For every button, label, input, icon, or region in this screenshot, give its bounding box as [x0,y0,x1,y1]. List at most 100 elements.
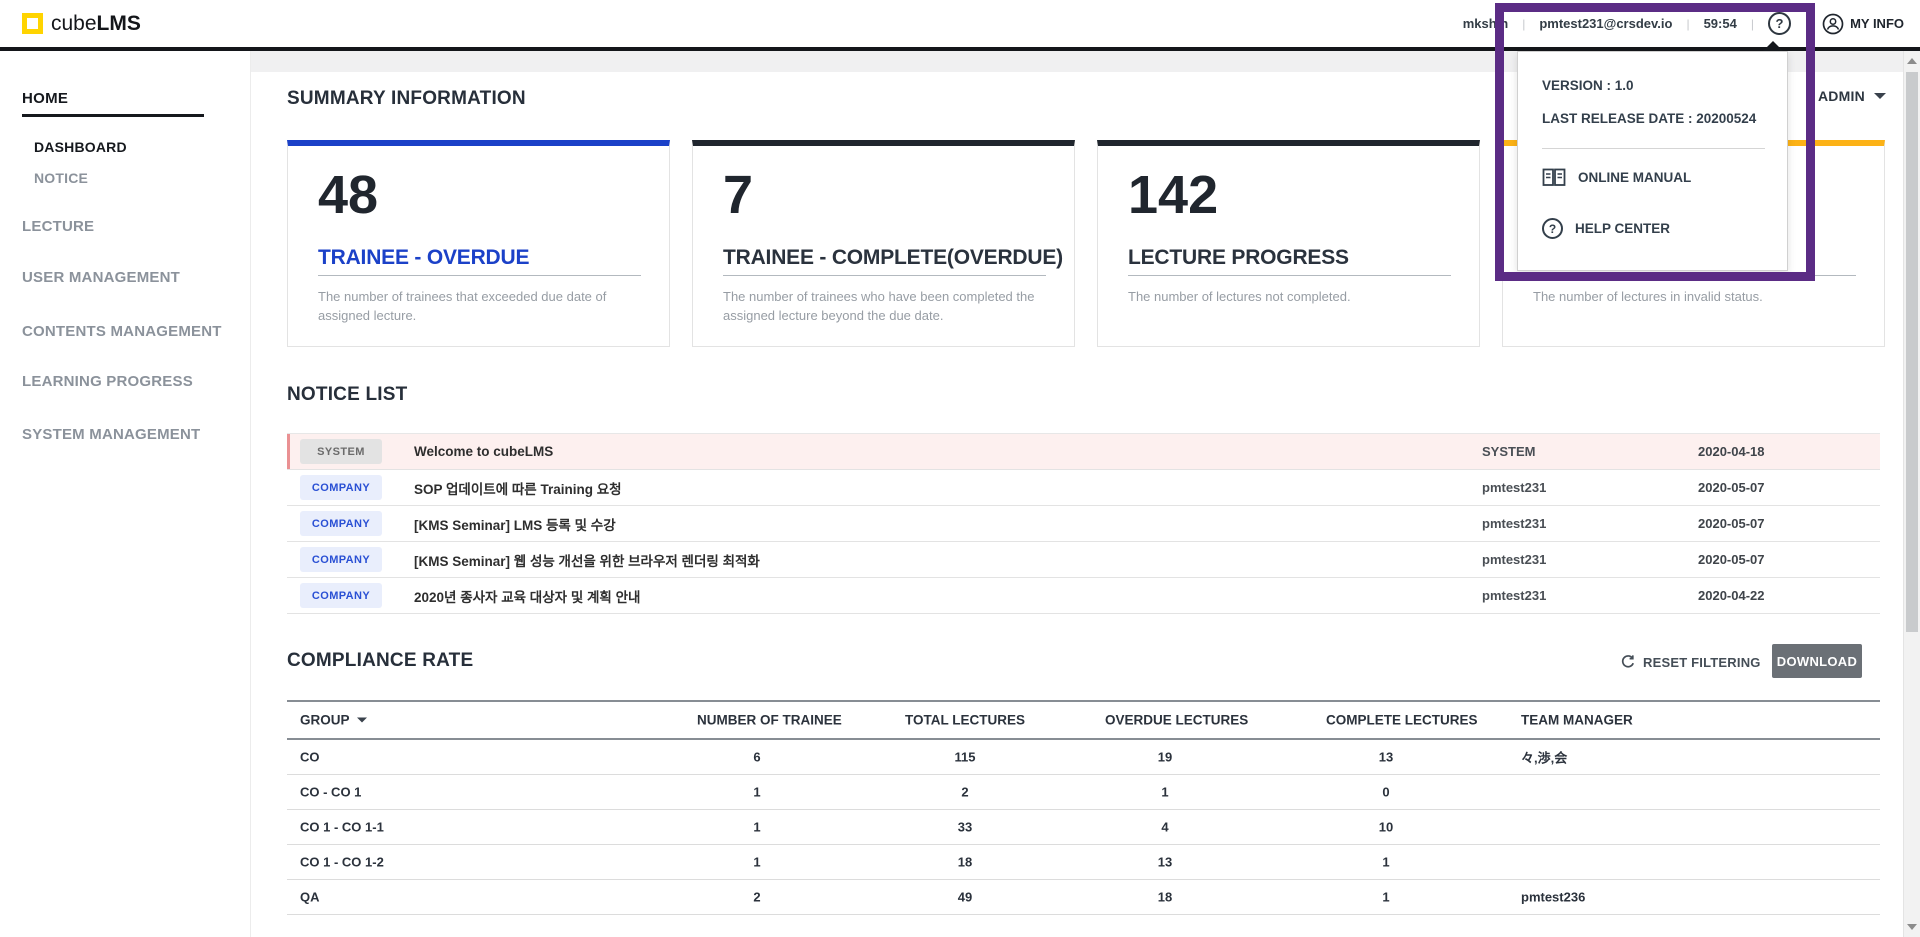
sidebar-item-dashboard[interactable]: DASHBOARD [34,139,127,155]
my-info-label: MY INFO [1850,16,1904,31]
sidebar-item-learning-progress[interactable]: LEARNING PROGRESS [22,373,193,390]
card-divider [1533,275,1856,276]
card-label: TRAINEE - OVERDUE [318,246,529,270]
cell-group: QA [300,890,320,905]
cell-trainees: 1 [697,820,817,835]
sidebar-item-home[interactable]: HOME [22,90,68,107]
notice-author: SYSTEM [1482,444,1535,459]
vertical-scrollbar[interactable] [1903,51,1920,937]
separator: | [1751,17,1754,31]
my-info-button[interactable]: MY INFO [1822,13,1904,35]
column-header-group[interactable]: GROUP [300,713,367,728]
separator: | [1522,17,1525,31]
user-email-label: pmtest231@crsdev.io [1539,16,1672,31]
refresh-icon [1620,654,1636,670]
notice-title: 2020년 종사자 교육 대상자 및 계획 안내 [414,586,640,606]
cell-overdue-lectures: 1 [1105,785,1225,800]
card-description: The number of lectures in invalid status… [1533,287,1855,306]
card-label: LECTURE PROGRESS [1128,246,1349,270]
card-description: The number of lectures not completed. [1128,287,1450,306]
scroll-up-arrow-icon[interactable] [1907,58,1917,64]
cell-total-lectures: 33 [905,820,1025,835]
notice-row[interactable]: COMPANY [KMS Seminar] 웹 성능 개선을 위한 브라우저 렌… [287,542,1880,578]
column-header-total-lectures: TOTAL LECTURES [905,713,1025,728]
notice-author: pmtest231 [1482,552,1546,567]
admin-role-select[interactable]: ADMIN [1818,88,1886,104]
notice-row[interactable]: COMPANY SOP 업데이트에 따른 Training 요청 pmtest2… [287,470,1880,506]
cell-group: CO 1 - CO 1-1 [300,820,384,835]
last-release-date-label: LAST RELEASE DATE : 20200524 [1542,111,1756,126]
notice-row[interactable]: SYSTEM Welcome to cubeLMS SYSTEM 2020-04… [287,434,1880,470]
sidebar-item-contents-management[interactable]: CONTENTS MANAGEMENT [22,323,222,340]
notice-row[interactable]: COMPANY 2020년 종사자 교육 대상자 및 계획 안내 pmtest2… [287,578,1880,614]
column-header-group-label: GROUP [300,713,350,728]
online-manual-item[interactable]: ONLINE MANUAL [1542,168,1691,187]
sidebar-content-divider [250,51,251,937]
sidebar-item-user-management[interactable]: USER MANAGEMENT [22,269,180,286]
cell-total-lectures: 18 [905,855,1025,870]
cell-complete-lectures: 1 [1326,890,1446,905]
card-value: 7 [723,166,753,225]
scrollbar-thumb[interactable] [1906,72,1918,632]
notice-title: [KMS Seminar] 웹 성능 개선을 위한 브라우저 렌더링 최적화 [414,550,760,570]
separator: | [1805,17,1808,31]
scroll-down-arrow-icon[interactable] [1907,924,1917,930]
cell-group: CO - CO 1 [300,785,361,800]
session-timer: 59:54 [1704,16,1737,31]
cell-trainees: 6 [697,750,817,765]
compliance-section-title: COMPLIANCE RATE [287,650,473,672]
online-manual-label: ONLINE MANUAL [1578,170,1691,185]
sidebar-item-lecture[interactable]: LECTURE [22,218,94,235]
column-header-complete-lectures: COMPLETE LECTURES [1326,713,1446,728]
card-description: The number of trainees that exceeded due… [318,287,640,325]
help-center-icon: ? [1542,218,1563,239]
logo-text: cubeLMS [51,12,141,36]
cell-total-lectures: 2 [905,785,1025,800]
notice-date: 2020-05-07 [1698,552,1765,567]
help-icon[interactable]: ? [1768,12,1791,35]
sidebar-item-system-management[interactable]: SYSTEM MANAGEMENT [22,426,200,443]
notice-author: pmtest231 [1482,588,1546,603]
cell-overdue-lectures: 13 [1105,855,1225,870]
notice-badge: SYSTEM [300,439,382,464]
compliance-row: CO 1 - CO 1-1 1 33 4 10 [287,810,1880,845]
reset-filtering-button[interactable]: RESET FILTERING [1620,651,1761,673]
cell-overdue-lectures: 18 [1105,890,1225,905]
card-label: TRAINEE - COMPLETE(OVERDUE) [723,246,1063,270]
notice-badge: COMPANY [300,547,382,572]
active-section-underline [22,114,204,117]
notice-badge: COMPANY [300,583,382,608]
cell-group: CO 1 - CO 1-2 [300,855,384,870]
cell-team-manager: 々,渉,会 [1521,748,1567,767]
notice-title: Welcome to cubeLMS [414,444,553,459]
cell-trainees: 2 [697,890,817,905]
company-name-label: mkshin [1463,16,1509,31]
notice-title: SOP 업데이트에 따른 Training 요청 [414,478,622,498]
compliance-row: CO - CO 1 1 2 1 0 [287,775,1880,810]
summary-card-trainee-overdue[interactable]: 48 TRAINEE - OVERDUE The number of train… [287,140,670,347]
app-logo[interactable]: cubeLMS [22,0,141,47]
sort-caret-icon [357,718,367,723]
summary-card-lecture-progress[interactable]: 142 LECTURE PROGRESS The number of lectu… [1097,140,1480,347]
cell-complete-lectures: 0 [1326,785,1446,800]
notice-badge: COMPANY [300,475,382,500]
download-button[interactable]: DOWNLOAD [1772,644,1862,678]
compliance-table: GROUP NUMBER OF TRAINEE TOTAL LECTURES O… [287,700,1880,915]
card-divider [1128,275,1451,276]
admin-role-label: ADMIN [1818,88,1865,104]
cell-total-lectures: 115 [905,750,1025,765]
notice-row[interactable]: COMPANY [KMS Seminar] LMS 등록 및 수강 pmtest… [287,506,1880,542]
card-value: 142 [1128,166,1218,225]
column-header-overdue-lectures: OVERDUE LECTURES [1105,713,1225,728]
cell-overdue-lectures: 19 [1105,750,1225,765]
column-header-number-of-trainee: NUMBER OF TRAINEE [697,713,817,728]
sidebar-item-notice[interactable]: NOTICE [34,170,88,186]
summary-card-trainee-complete-overdue[interactable]: 7 TRAINEE - COMPLETE(OVERDUE) The number… [692,140,1075,347]
compliance-row: CO 1 - CO 1-2 1 18 13 1 [287,845,1880,880]
notice-date: 2020-04-18 [1698,444,1765,459]
cell-total-lectures: 49 [905,890,1025,905]
help-center-item[interactable]: ? HELP CENTER [1542,218,1670,239]
notice-author: pmtest231 [1482,480,1546,495]
card-value: 48 [318,166,378,225]
cell-trainees: 1 [697,855,817,870]
